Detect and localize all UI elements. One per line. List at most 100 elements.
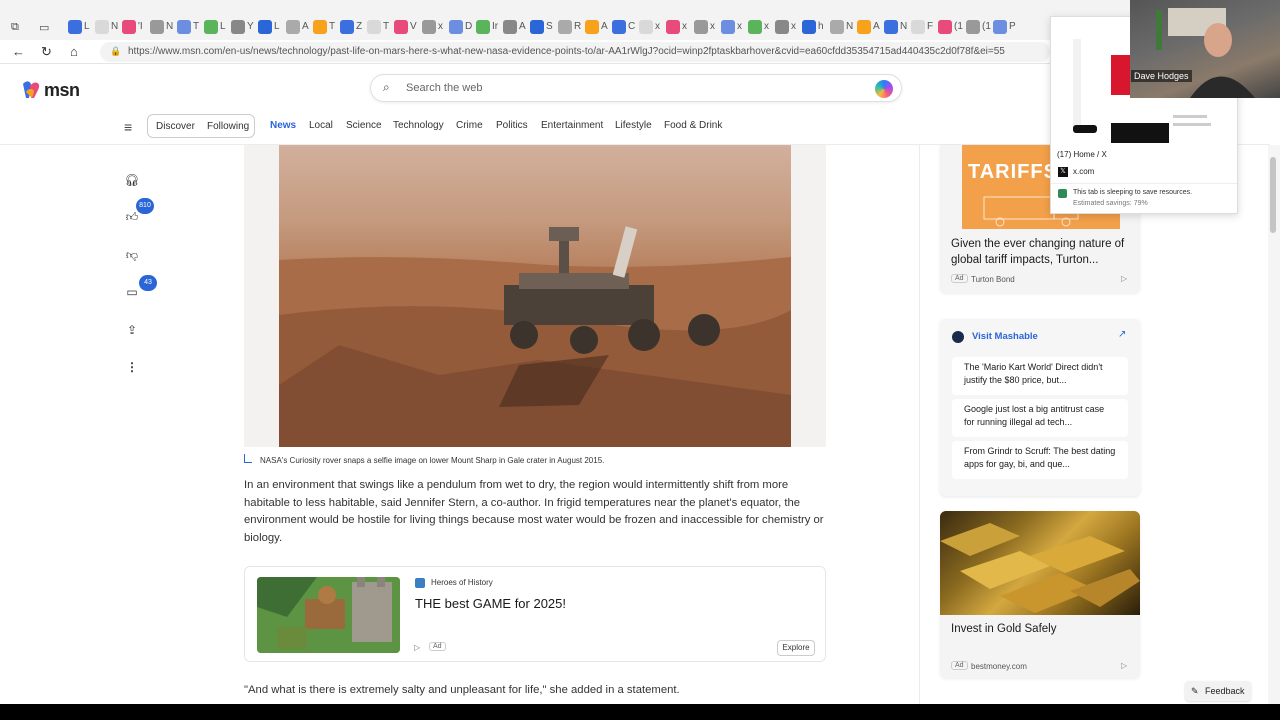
mashable-headline[interactable]: From Grindr to Scruff: The best dating a… (952, 441, 1128, 479)
copilot-icon[interactable] (875, 80, 893, 98)
tab-favicon-icon[interactable] (177, 20, 191, 34)
tab-label[interactable]: Z (356, 20, 362, 34)
adchoices-icon[interactable]: ▷ (1121, 661, 1127, 670)
ad-source[interactable]: bestmoney.com (971, 662, 1027, 671)
share-button[interactable]: ⇪ (121, 319, 143, 341)
page-scrollbar[interactable] (1268, 145, 1280, 705)
tab-label[interactable]: T (193, 20, 199, 34)
tab-label[interactable]: h (818, 20, 824, 34)
tab-label[interactable]: x (764, 20, 769, 34)
tab-label[interactable]: x (682, 20, 687, 34)
tab-label[interactable]: x (710, 20, 715, 34)
tab-favicon-icon[interactable] (422, 20, 436, 34)
tab-label[interactable]: T (329, 20, 335, 34)
dislike-button[interactable]: 👎︎ (121, 244, 143, 266)
tab-favicon-icon[interactable] (530, 20, 544, 34)
tab-label[interactable]: A (601, 20, 608, 34)
menu-icon[interactable]: ≡ (124, 119, 132, 135)
tab-favicon-icon[interactable] (150, 20, 164, 34)
adchoices-icon[interactable]: ▷ (414, 643, 420, 652)
nav-local[interactable]: Local (309, 120, 333, 131)
tab-label[interactable]: 'I (138, 20, 143, 34)
ad-source[interactable]: Turton Bond (971, 275, 1015, 284)
adchoices-icon[interactable]: ▷ (1121, 274, 1127, 283)
msn-logo-icon[interactable] (20, 80, 42, 100)
nav-crime[interactable]: Crime (456, 120, 483, 131)
tab-label[interactable]: x (737, 20, 742, 34)
external-link-icon[interactable]: ↗ (1118, 329, 1126, 340)
tariff-ad-title[interactable]: Given the ever changing nature of global… (951, 236, 1133, 268)
scrollbar-thumb[interactable] (1270, 157, 1276, 233)
tab-label[interactable]: R (574, 20, 581, 34)
tab-favicon-icon[interactable] (558, 20, 572, 34)
tab-label[interactable]: x (791, 20, 796, 34)
tab-discover[interactable]: Discover (156, 121, 195, 132)
nav-lifestyle[interactable]: Lifestyle (615, 120, 652, 131)
url-text[interactable]: https://www.msn.com/en-us/news/technolog… (128, 46, 1005, 57)
tab-label[interactable]: C (628, 20, 635, 34)
ad-source[interactable]: Heroes of History (431, 578, 493, 587)
nav-technology[interactable]: Technology (393, 120, 444, 131)
tab-label[interactable]: N (166, 20, 173, 34)
feedback-button[interactable]: ✎ Feedback (1185, 681, 1251, 701)
mashable-link[interactable]: Visit Mashable (972, 331, 1038, 342)
tab-label[interactable]: (1 (954, 20, 963, 34)
tab-label[interactable]: Ir (492, 20, 498, 34)
tab-label[interactable]: (1 (982, 20, 991, 34)
search-input[interactable]: Search the web (406, 82, 482, 94)
tab-favicon-icon[interactable] (503, 20, 517, 34)
tab-favicon-icon[interactable] (639, 20, 653, 34)
tab-favicon-icon[interactable] (966, 20, 980, 34)
tab-favicon-icon[interactable] (286, 20, 300, 34)
tab-label[interactable]: P (1009, 20, 1016, 34)
search-box[interactable]: ⌕ Search the web (370, 74, 902, 102)
ad-image[interactable] (257, 577, 400, 653)
tab-favicon-icon[interactable] (204, 20, 218, 34)
tab-label[interactable]: N (846, 20, 853, 34)
nav-food-drink[interactable]: Food & Drink (664, 120, 722, 131)
lock-icon[interactable]: 🔒 (110, 46, 121, 57)
ad-title[interactable]: THE best GAME for 2025! (415, 596, 566, 611)
tab-favicon-icon[interactable] (993, 20, 1007, 34)
tab-label[interactable]: T (383, 20, 389, 34)
tab-actions-icon[interactable]: ▭ (39, 21, 49, 34)
tab-favicon-icon[interactable] (340, 20, 354, 34)
tab-label[interactable]: N (111, 20, 118, 34)
tab-label[interactable]: x (438, 20, 443, 34)
tab-label[interactable]: N (900, 20, 907, 34)
tab-favicon-icon[interactable] (585, 20, 599, 34)
more-options-button[interactable]: ⋮ (121, 356, 143, 378)
tab-favicon-icon[interactable] (68, 20, 82, 34)
workspaces-icon[interactable]: ⧉ (11, 21, 19, 34)
explore-button[interactable]: Explore (777, 640, 815, 656)
tab-label[interactable]: V (410, 20, 417, 34)
tab-favicon-icon[interactable] (258, 20, 272, 34)
gold-ad-title[interactable]: Invest in Gold Safely (951, 623, 1056, 635)
tab-label[interactable]: D (465, 20, 472, 34)
tab-favicon-icon[interactable] (122, 20, 136, 34)
tab-favicon-icon[interactable] (830, 20, 844, 34)
gold-bars-image[interactable] (940, 511, 1140, 615)
tab-favicon-icon[interactable] (775, 20, 789, 34)
tab-favicon-icon[interactable] (95, 20, 109, 34)
tab-favicon-icon[interactable] (911, 20, 925, 34)
tab-favicon-icon[interactable] (476, 20, 490, 34)
tab-favicon-icon[interactable] (857, 20, 871, 34)
tab-favicon-icon[interactable] (313, 20, 327, 34)
sponsored-card[interactable]: Heroes of History THE best GAME for 2025… (244, 566, 826, 662)
tab-label[interactable]: L (84, 20, 90, 34)
tab-label[interactable]: L (274, 20, 280, 34)
back-icon[interactable]: ← (12, 44, 25, 59)
nav-science[interactable]: Science (346, 120, 382, 131)
home-icon[interactable]: ⌂ (70, 44, 78, 59)
listen-button[interactable]: 🎧︎ (121, 169, 143, 191)
tab-favicon-icon[interactable] (884, 20, 898, 34)
tab-label[interactable]: x (655, 20, 660, 34)
tab-label[interactable]: A (519, 20, 526, 34)
tab-favicon-icon[interactable] (666, 20, 680, 34)
tab-favicon-icon[interactable] (231, 20, 245, 34)
nav-news[interactable]: News (270, 120, 296, 131)
mashable-headline[interactable]: The 'Mario Kart World' Direct didn't jus… (952, 357, 1128, 395)
tab-favicon-icon[interactable] (721, 20, 735, 34)
tab-label[interactable]: S (546, 20, 553, 34)
